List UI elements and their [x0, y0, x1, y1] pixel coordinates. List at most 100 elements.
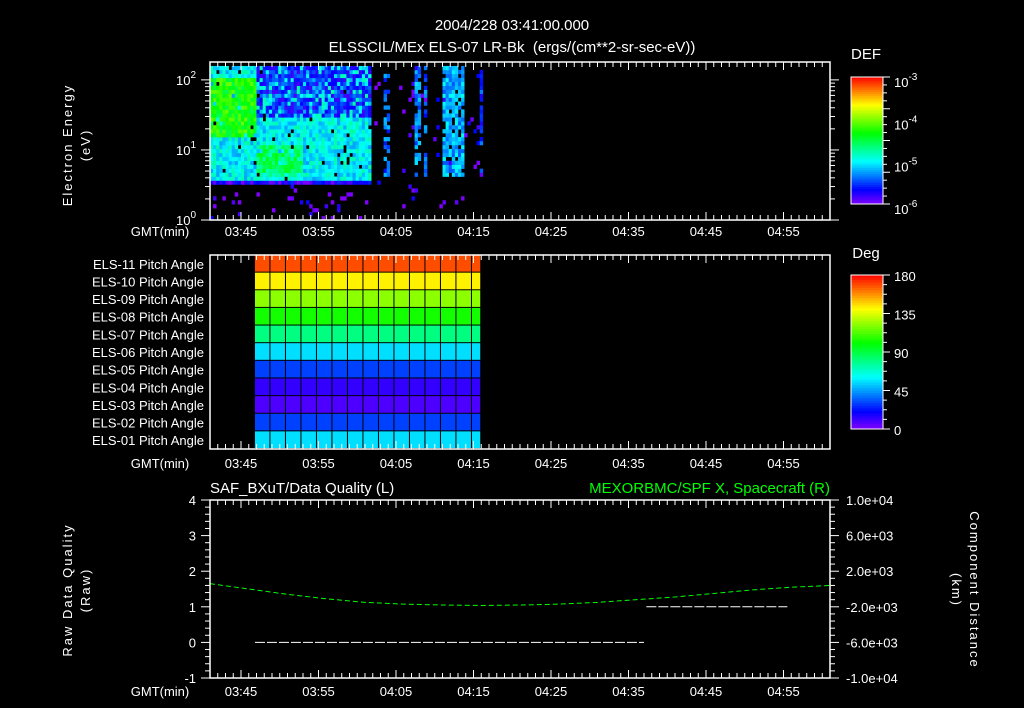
spectrogram-cell: [259, 125, 263, 130]
spectrogram-cell: [312, 81, 316, 86]
pitch-angle-cell: [285, 431, 301, 448]
spectrogram-cell: [290, 148, 294, 154]
spectrogram-cell: [213, 196, 217, 201]
pitch-angle-cell: [456, 307, 471, 325]
spectrogram-cell: [296, 133, 301, 138]
spectrogram-cell: [225, 137, 229, 142]
spectrogram-cell: [343, 196, 347, 201]
spectrogram-cell: [241, 172, 245, 177]
spectrogram-cell: [324, 113, 329, 118]
spectrogram-cell: [241, 85, 245, 90]
spectrogram-cell: [219, 156, 223, 162]
spectrogram-cell: [315, 125, 319, 130]
spectrogram-cell: [461, 160, 465, 165]
spectrogram-cell: [241, 97, 245, 102]
spectrogram-cell: [324, 137, 329, 142]
spectrogram-cell: [423, 89, 428, 94]
spectrogram-cell: [318, 141, 322, 146]
spectrogram-cell: [448, 164, 453, 169]
spectrogram-cell: [402, 204, 406, 209]
pitch-angle-cell: [270, 378, 285, 396]
spectrogram-cell: [303, 101, 307, 106]
spectrogram-cell: [318, 152, 322, 158]
spectrogram-cell: [259, 81, 263, 86]
spectrogram-cell: [234, 117, 239, 122]
spectrogram-cell: [250, 81, 254, 86]
spectrogram-cell: [281, 180, 285, 185]
spectrogram-cell: [461, 172, 465, 177]
spectrogram-cell: [265, 73, 270, 79]
spectrogram-cell: [368, 156, 372, 162]
spectrogram-cell: [265, 144, 270, 150]
spectrogram-cell: [306, 85, 310, 90]
spectrogram-cell: [299, 105, 304, 110]
spectrogram-cell: [253, 85, 257, 90]
spectrogram-cell: [256, 133, 260, 138]
spectrogram-cell: [383, 117, 387, 122]
spectrogram-cell: [228, 164, 232, 169]
spectrogram-cell: [284, 77, 288, 83]
spectrogram-cell: [352, 160, 356, 165]
spectrogram-cell: [216, 93, 220, 98]
spectrogram-cell: [467, 121, 471, 126]
spectrogram-cell: [287, 65, 291, 71]
spectrogram-cell: [303, 141, 307, 146]
spectrogram-cell: [296, 113, 301, 118]
plot-title: ELSSCIL/MEx ELS-07 LR-Bk (ergs/(cm**2-sr…: [329, 39, 696, 56]
spectrogram-cell: [237, 121, 242, 126]
spectrogram-cell: [365, 129, 369, 134]
spectrogram-cell: [454, 121, 459, 126]
spectrogram-cell: [361, 113, 366, 118]
spectrogram-cell: [253, 133, 257, 138]
spectrogram-cell: [479, 89, 484, 94]
spectrogram-cell: [256, 89, 260, 94]
spectrogram-cell: [253, 172, 257, 177]
spectrogram-cell: [275, 101, 279, 106]
quality-left-title: SAF_BXuT/Data Quality (L): [210, 480, 394, 497]
spectrogram-cell: [368, 105, 372, 110]
spectrogram-cell: [365, 97, 369, 102]
spectrogram-cell: [352, 148, 356, 154]
spectrogram-cell: [268, 164, 273, 169]
spectrogram-cell: [265, 77, 270, 83]
spectrogram-cell: [241, 109, 245, 114]
spectrogram-cell: [343, 125, 347, 130]
spectrogram-cell: [479, 168, 484, 173]
spectrogram-cell: [349, 192, 353, 197]
spectrogram-cell: [234, 93, 239, 98]
spectrogram-cell: [368, 152, 372, 158]
spectrogram-cell: [265, 109, 270, 114]
spectrogram-cell: [228, 73, 232, 79]
spectrogram-cell: [299, 200, 304, 205]
spectrogram-cell: [234, 121, 239, 126]
spectrogram-cell: [458, 77, 462, 83]
spectrogram-cell: [383, 141, 387, 146]
spectrogram-cell: [334, 164, 338, 169]
spectrogram-cell: [265, 101, 270, 106]
spectrogram-cell: [448, 141, 453, 146]
spectrogram-cell: [287, 117, 291, 122]
spectrogram-cell: [309, 164, 313, 169]
spectrogram-cell: [324, 141, 329, 146]
spectrogram-cell: [346, 85, 350, 90]
spectrogram-cell: [231, 133, 236, 138]
spectrogram-cell: [241, 89, 245, 94]
spectrogram-cell: [306, 105, 310, 110]
spectrogram-cell: [253, 125, 257, 130]
spectrogram-cell: [216, 168, 220, 173]
spectrogram-cell: [352, 141, 356, 146]
spectrogram-cell: [231, 144, 236, 150]
spectrogram-cell: [321, 65, 325, 71]
spectrogram-cell: [355, 93, 360, 98]
spectrogram-cell: [383, 105, 387, 110]
spectrogram-cell: [278, 129, 282, 134]
spectrogram-cell: [250, 113, 254, 118]
spectrogram-cell: [222, 113, 226, 118]
spectrogram-cell: [327, 125, 332, 130]
spectrogram-cell: [337, 113, 341, 118]
spectrogram-cell: [445, 73, 449, 79]
spectrogram-cell: [386, 148, 391, 154]
spectrogram-cell: [365, 125, 369, 130]
spectrogram-cell: [330, 117, 335, 122]
pitch-angle-cell: [471, 307, 481, 325]
